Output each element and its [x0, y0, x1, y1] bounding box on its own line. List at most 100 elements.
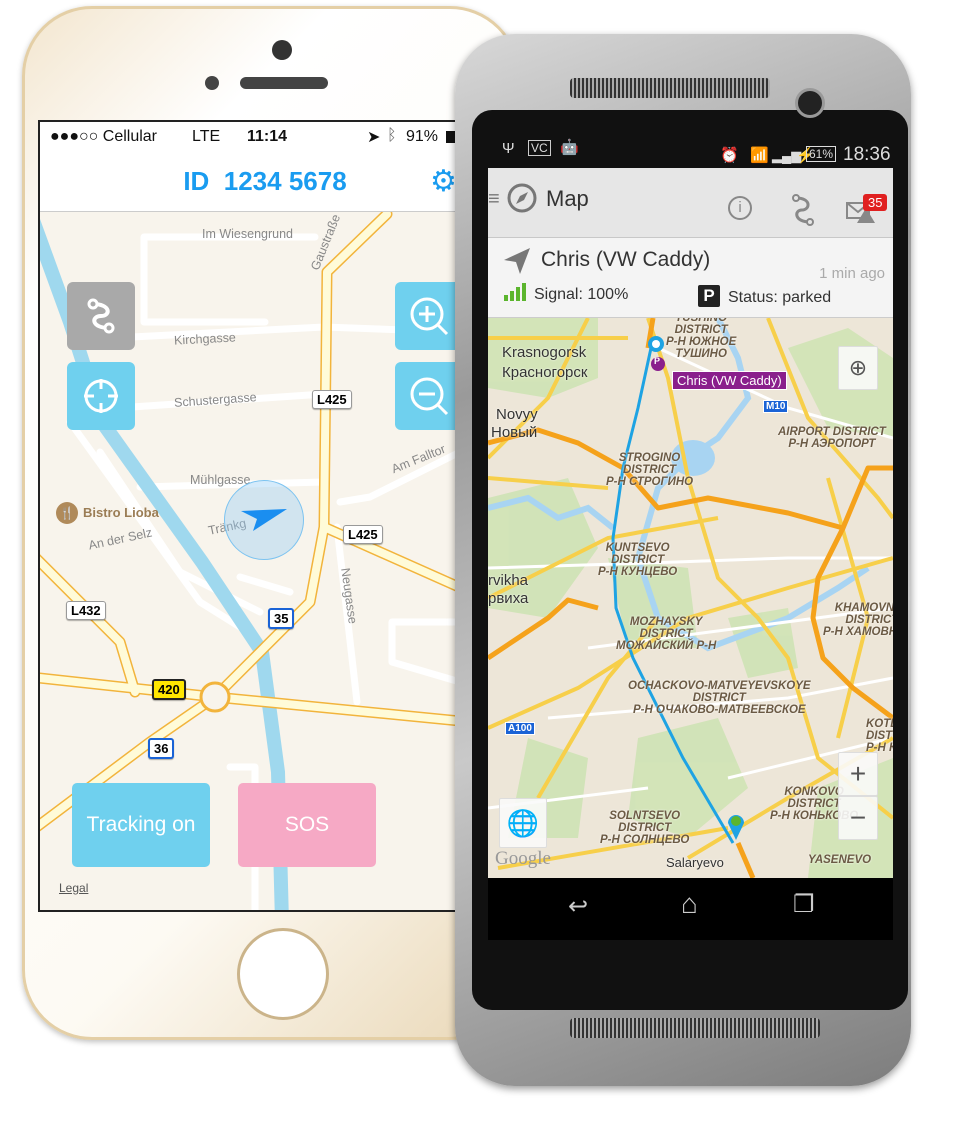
city-label: Krasnogorsk [502, 344, 587, 361]
signal-strength: Signal: 100% [534, 286, 629, 303]
id-value: 1234 5678 [223, 166, 347, 196]
city-label: rvikha [488, 572, 529, 589]
legal-link[interactable]: Legal [59, 881, 88, 895]
district-label: OCHACKOVO-MATVEYEVSKOYE DISTRICT Р-Н ОЧА… [628, 680, 811, 716]
home-icon[interactable]: ⌂ [681, 888, 698, 920]
sos-button[interactable]: SOS [238, 783, 376, 867]
front-camera [795, 88, 825, 118]
heading-arrow-icon [241, 509, 287, 531]
road-shield: M10 [763, 400, 789, 413]
compass-icon[interactable] [506, 182, 538, 214]
vehicle-info-card[interactable]: Chris (VW Caddy) 1 min ago Signal: 100% … [488, 238, 893, 318]
start-flag-icon [652, 340, 660, 348]
voicemail-icon: VC [528, 140, 551, 156]
vehicle-status: Status: parked [728, 289, 832, 306]
map-type-button[interactable]: 🌐 [499, 798, 547, 848]
district-label: AIRPORT DISTRICT Р-Н АЭРОПОРТ [778, 426, 886, 450]
back-icon[interactable]: ↩ [568, 892, 588, 921]
navigation-arrow-icon [504, 248, 530, 274]
bottom-speaker-grill [570, 1018, 820, 1038]
zoom-out-button[interactable] [395, 362, 456, 430]
location-icon: ➤ [367, 129, 381, 146]
district-label: MOZHAYSKY DISTRICT МОЖАЙСКИЙ Р-Н [616, 616, 717, 652]
district-label: KUNTSEVO DISTRICT Р-Н КУНЦЕВО [598, 542, 678, 578]
android-map[interactable]: P Chris (VW Caddy) Krasnogorsk Красногор… [488, 318, 893, 878]
signal-bars-icon [504, 283, 526, 301]
locate-button[interactable] [67, 362, 135, 430]
home-button[interactable] [237, 928, 329, 1020]
street-label: Im Wiesengrund [202, 227, 294, 241]
device-id: ID 1234 5678 [40, 166, 456, 197]
vehicle-map-label[interactable]: Chris (VW Caddy) [672, 371, 787, 390]
parking-icon: P [698, 285, 720, 307]
id-label: ID [183, 166, 210, 196]
screen-title: Map [546, 186, 589, 211]
road-shield: 36 [148, 738, 175, 759]
city-label: рвиха [488, 590, 529, 607]
clock: 11:14 [247, 128, 288, 145]
road-shield: A100 [505, 722, 535, 735]
poi-label[interactable]: Bistro Lioba [83, 505, 159, 520]
district-label: KHAMOVNIKI DISTRICT Р-Н ХАМОВНИКИ [823, 602, 893, 638]
road-shield: 35 [268, 608, 295, 629]
district-label: KOTL DIST Р-Н КОТ [866, 718, 893, 754]
parking-marker[interactable]: P [654, 356, 660, 366]
city-label: Новый [491, 424, 538, 441]
district-label: YASENEVO [808, 854, 872, 866]
android-nav-bar: ↩ ⌂ ❐ [488, 878, 893, 940]
route-button[interactable] [67, 282, 135, 350]
road-shield: L432 [66, 601, 106, 620]
clock: 18:36 [843, 144, 891, 165]
settings-gear-icon[interactable]: ⚙ [430, 164, 456, 199]
usb-icon: Ψ [502, 140, 515, 157]
vehicle-name: Chris (VW Caddy) [541, 248, 711, 271]
action-bar: ≡ Map i 35 [488, 168, 893, 238]
district-label: TUSHINO DISTRICT Р-Н ЮЖНОЕ ТУШИНО [666, 318, 737, 360]
google-logo: Google [495, 848, 551, 869]
battery-indicator: 61% [806, 146, 837, 162]
city-label: Novyy [496, 406, 538, 423]
zoom-out-button[interactable]: − [838, 796, 878, 840]
ios-status-bar: ●●●○○ Cellular LTE 11:14 ➤ ᛒ 91% [40, 122, 456, 152]
bluetooth-icon: ᛒ [387, 127, 397, 144]
alarm-icon: ⏰ [720, 147, 739, 164]
district-label: STROGINO DISTRICT Р-Н СТРОГИНО [606, 452, 694, 488]
route-icon [87, 298, 115, 334]
tracking-button[interactable]: Tracking on [72, 783, 210, 867]
crosshair-icon: ⊕ [848, 355, 868, 380]
road-shield: L425 [343, 525, 383, 544]
city-label: Красногорск [502, 364, 588, 381]
my-location-button[interactable]: ⊕ [838, 346, 878, 390]
zoom-in-button[interactable] [395, 282, 456, 350]
carrier: ●●●○○ Cellular [50, 128, 158, 145]
ios-screen: Im Wiesengrund Gaustraße Kirchgasse Schu… [38, 120, 458, 912]
android-status-bar: Ψ VC 🤖 ⏰ 📶 ▂▄▆ ⚡ 61% 18:36 [488, 132, 893, 168]
network: LTE [192, 128, 221, 145]
earpiece [240, 77, 328, 89]
route-icon[interactable] [788, 193, 818, 227]
globe-icon: 🌐 [506, 807, 540, 838]
crosshair-icon [84, 379, 118, 413]
menu-icon[interactable]: ≡ [488, 188, 500, 211]
android-icon: 🤖 [560, 139, 579, 156]
last-update: 1 min ago [819, 265, 885, 282]
zoom-in-button[interactable]: + [838, 752, 878, 796]
zoom-out-icon [410, 377, 449, 416]
wifi-icon: 📶 [750, 147, 769, 164]
road-shield: 420 [152, 679, 186, 700]
district-label: SOLNTSEVO DISTRICT Р-Н СОЛНЦЕВО [600, 810, 690, 846]
top-speaker-grill [570, 78, 770, 98]
android-screen: Ψ VC 🤖 ⏰ 📶 ▂▄▆ ⚡ 61% 18:36 ≡ Map i 35 Ch… [488, 132, 893, 940]
ios-header: ID 1234 5678 ⚙ [40, 152, 456, 212]
proximity-sensor [205, 76, 219, 90]
alert-badge: 35 [863, 194, 888, 211]
city-label: Salaryevo [666, 855, 724, 870]
info-icon[interactable]: i [728, 196, 752, 220]
recent-apps-icon[interactable]: ❐ [793, 890, 815, 919]
battery-percent: 91% [406, 128, 439, 145]
restaurant-icon: 🍴 [56, 502, 78, 524]
road-shield: L425 [312, 390, 352, 409]
current-location-marker [224, 480, 304, 560]
front-camera [272, 40, 292, 60]
street-label: Mühlgasse [190, 473, 251, 487]
